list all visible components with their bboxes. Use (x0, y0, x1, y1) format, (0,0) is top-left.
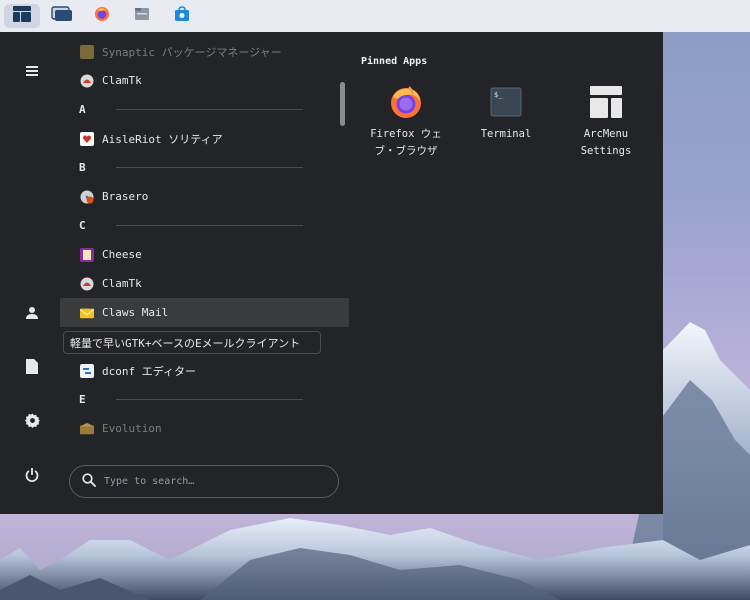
pinned-app-label: Firefox ウェブ・ブラウザ (370, 128, 442, 157)
hamburger-icon (26, 61, 38, 80)
arc-menu-button[interactable] (4, 4, 40, 28)
hamburger-button[interactable] (18, 56, 46, 84)
app-list: Synaptic パッケージマネージャー ClamTk A AisleRiot … (60, 32, 350, 457)
divider (116, 399, 303, 400)
pinned-app-label: Terminal (480, 128, 532, 140)
category-header: B (60, 153, 349, 182)
power-icon (25, 467, 39, 486)
category-header: E (60, 385, 349, 414)
list-item[interactable]: Brasero (60, 182, 349, 211)
search-icon (82, 472, 96, 491)
menu-sidebar (0, 32, 60, 514)
user-button[interactable] (18, 300, 46, 328)
pinned-apps-title: Pinned Apps (361, 56, 428, 67)
aisleriot-icon (80, 131, 94, 146)
search-input[interactable]: Type to search… (69, 465, 339, 498)
search-placeholder: Type to search… (104, 476, 195, 487)
arc-menu-icon (12, 5, 32, 27)
category-header: C (60, 211, 349, 240)
list-item[interactable]: Cheese (60, 240, 349, 269)
app-tooltip: 軽量で早いGTK+ベースのEメールクライアント (63, 331, 321, 354)
user-icon (25, 305, 39, 324)
arcmenu-settings-icon (588, 84, 624, 120)
firefox-launcher[interactable] (84, 4, 120, 28)
power-button[interactable] (18, 462, 46, 490)
evolution-icon (80, 422, 94, 436)
terminal-icon: $_ (488, 84, 524, 120)
documents-button[interactable] (18, 354, 46, 382)
clamtk-icon (80, 277, 94, 291)
list-item[interactable]: dconf エディター (60, 356, 349, 385)
brasero-icon (80, 190, 94, 204)
files-icon (134, 6, 150, 26)
pinned-app-label: ArcMenu Settings (580, 128, 632, 157)
list-item[interactable]: ClamTk (60, 66, 349, 95)
settings-icon (24, 412, 40, 432)
firefox-icon (94, 6, 110, 26)
list-item[interactable]: Evolution (60, 414, 349, 443)
pinned-app-terminal[interactable]: $_ Terminal (461, 84, 551, 143)
list-item[interactable]: ClamTk (60, 269, 349, 298)
overview-icon (51, 6, 73, 26)
dconf-icon (80, 363, 94, 378)
pinned-app-arcmenu-settings[interactable]: ArcMenu Settings (561, 84, 651, 160)
pinned-app-firefox[interactable]: Firefox ウェブ・ブラウザ (361, 84, 451, 160)
claws-mail-icon (80, 306, 94, 320)
software-store-launcher[interactable] (164, 4, 200, 28)
clamtk-icon (80, 74, 94, 88)
software-store-icon (174, 6, 190, 26)
settings-button[interactable] (18, 408, 46, 436)
top-panel (0, 0, 750, 32)
divider (116, 109, 303, 110)
app-list-scrollbar[interactable] (340, 82, 345, 126)
category-header: A (60, 95, 349, 124)
synaptic-icon (80, 44, 94, 59)
documents-icon (26, 358, 38, 378)
files-launcher[interactable] (124, 4, 160, 28)
divider (116, 225, 303, 226)
divider (116, 167, 303, 168)
svg-text:$_: $_ (494, 91, 503, 99)
overview-button[interactable] (44, 4, 80, 28)
list-item[interactable]: AisleRiot ソリティア (60, 124, 349, 153)
firefox-icon (388, 84, 424, 120)
arc-menu: Synaptic パッケージマネージャー ClamTk A AisleRiot … (0, 32, 663, 514)
list-item[interactable]: Synaptic パッケージマネージャー (60, 37, 349, 66)
list-item[interactable]: Claws Mail (60, 298, 349, 327)
cheese-icon (80, 247, 94, 262)
